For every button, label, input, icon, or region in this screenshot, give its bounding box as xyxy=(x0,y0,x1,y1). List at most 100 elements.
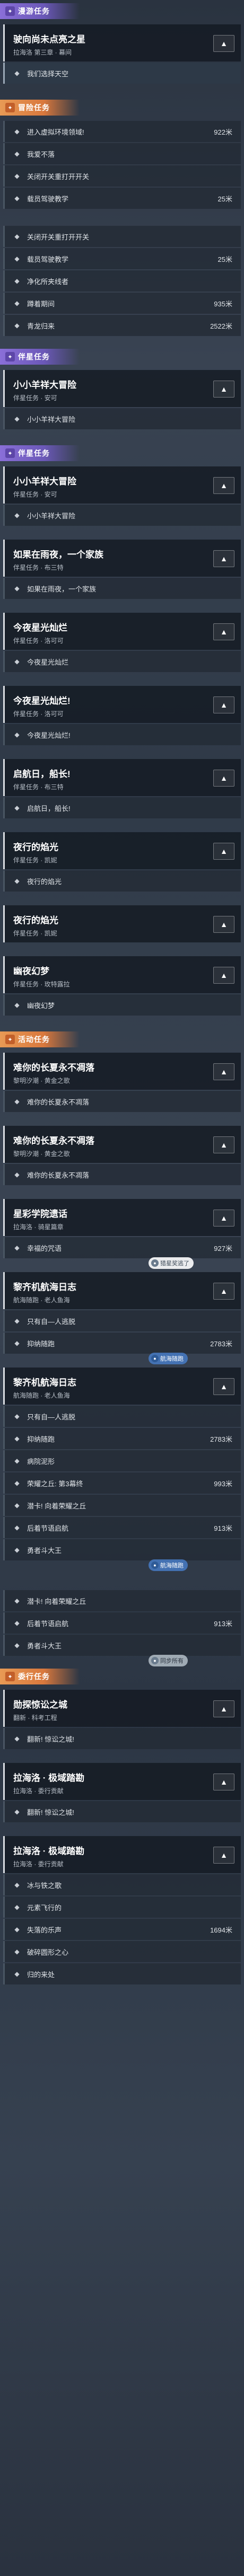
subtask-row[interactable]: ◆ 如果在雨夜，一个家族 xyxy=(3,578,241,599)
collapse-toggle-icon[interactable]: ▲ xyxy=(213,1210,234,1227)
subtask-label: 启航日，船长! xyxy=(27,804,71,813)
subtask-row[interactable]: ◆ 翻新! 惊讼之城! xyxy=(3,1801,241,1822)
subtask-row[interactable]: ◆ 关闭开关重打开开关 xyxy=(3,226,241,247)
subtask-row[interactable]: ◆ 小小羊祥大冒险 xyxy=(3,408,241,429)
quest-title: 启航日，船长! xyxy=(13,769,71,779)
quest-card[interactable]: 黎齐机航海日志 航海随跑 · 老人鱼海 ▲ xyxy=(3,1368,241,1405)
subtask-row[interactable]: ◆ 病院泥形 xyxy=(3,1450,241,1471)
subtask-marker-icon: ◆ xyxy=(14,511,20,519)
subtask-row[interactable]: ◆ 破碎圆形之心 xyxy=(3,1941,241,1962)
quest-title: 难你的长夏永不凋落 xyxy=(13,1063,94,1073)
subtask-row[interactable]: ◆ 夜行的焰光 xyxy=(3,870,241,892)
subtask-marker-icon: ◆ xyxy=(14,731,20,738)
quest-subtitle: 拉海洛 · 委行贡献 xyxy=(13,1787,64,1795)
quest-title: 拉海洛 · 极域踏勘 xyxy=(13,1846,85,1856)
collapse-toggle-icon[interactable]: ▲ xyxy=(213,35,234,52)
collapse-toggle-icon[interactable]: ▲ xyxy=(213,1063,234,1080)
subtask-row[interactable]: ◆ 荣耀之丘: 第3幕终 993米 xyxy=(3,1472,241,1494)
collapse-toggle-icon[interactable]: ▲ xyxy=(213,696,234,713)
quest-card[interactable]: 难你的长夏永不凋落 黎明汐潮 · 黄金之歌 ▲ xyxy=(3,1053,241,1090)
quest-card[interactable]: 星彩学院遗话 拉海洛 · 骑星篇章 ▲ xyxy=(3,1199,241,1236)
subtask-distance: 2522米 xyxy=(210,322,232,330)
quest-card[interactable]: 夜行的焰光 伴星任务 · 凯妮 ▲ xyxy=(3,905,241,942)
subtask-row[interactable]: ◆ 今夜星光灿烂! xyxy=(3,724,241,745)
section-icon: ✦ xyxy=(5,103,15,112)
subtask-row[interactable]: ◆ 我爱不落 xyxy=(3,143,241,164)
subtask-row[interactable]: ◆ 翻新! 惊讼之城! xyxy=(3,1728,241,1749)
subtask-row[interactable]: ◆ 潜卡! 向着荣耀之丘 xyxy=(3,1495,241,1516)
subtask-label: 荣耀之丘: 第3幕终 xyxy=(27,1479,83,1488)
subtask-row[interactable]: ◆ 勇者斗大王 xyxy=(3,1539,241,1560)
quest-card[interactable]: 勋探惊讼之城 翻新 · 科考工程 ▲ xyxy=(3,1690,241,1727)
subtask-row[interactable]: ◆ 潜卡! 向着荣耀之丘 xyxy=(3,1590,241,1611)
subtask-row[interactable]: ◆ 元素飞行的 xyxy=(3,1896,241,1918)
subtask-row[interactable]: ◆ 今夜星光灿烂 xyxy=(3,651,241,672)
section-header: ✦ 活动任务 xyxy=(0,1031,244,1047)
quest-card[interactable]: 夜行的焰光 伴星任务 · 凯妮 ▲ xyxy=(3,832,241,869)
quest-title: 星彩学院遗话 xyxy=(13,1209,67,1219)
collapse-toggle-icon[interactable]: ▲ xyxy=(213,1378,234,1395)
subtask-row[interactable]: ◆ 只有自—人逃脱 xyxy=(3,1310,241,1331)
subtask-row[interactable]: ◆ 冰与铁之歌 xyxy=(3,1874,241,1895)
section-title: 伴星任务 xyxy=(18,449,50,457)
quest-card[interactable]: 难你的长夏永不凋落 黎明汐潮 · 黄金之歌 ▲ xyxy=(3,1126,241,1163)
subtask-row[interactable]: ◆ 净化所夹线者 xyxy=(3,270,241,292)
subtask-row[interactable]: ◆ 关闭开关重打开开关 xyxy=(3,165,241,187)
quest-title: 勋探惊讼之城 xyxy=(13,1700,67,1710)
subtask-row[interactable]: ◆ 青龙归来 2522米 xyxy=(3,315,241,336)
section-header: ✦ 伴星任务 xyxy=(0,349,244,365)
quest-card[interactable]: 小小羊祥大冒险 伴星任务 · 安可 ▲ xyxy=(3,466,241,504)
collapse-toggle-icon[interactable]: ▲ xyxy=(213,550,234,567)
subtask-label: 失落的乐声 xyxy=(27,1926,62,1934)
collapse-toggle-icon[interactable]: ▲ xyxy=(213,381,234,398)
collapse-toggle-icon[interactable]: ▲ xyxy=(213,770,234,787)
subtask-row[interactable]: ◆ 小小羊祥大冒险 xyxy=(3,505,241,526)
quest-card[interactable]: 黎齐机航海日志 航海随跑 · 老人鱼海 ▲ xyxy=(3,1272,241,1309)
subtask-row[interactable]: ◆ 后着节语启航 913米 xyxy=(3,1612,241,1634)
subtask-row[interactable]: ◆ 难你的长夏永不凋落 xyxy=(3,1164,241,1185)
collapse-toggle-icon[interactable]: ▲ xyxy=(213,916,234,933)
quest-card[interactable]: 启航日，船长! 伴星任务 · 布三特 ▲ xyxy=(3,759,241,796)
quest-card[interactable]: 幽夜幻梦 伴星任务 · 玫特露拉 ▲ xyxy=(3,956,241,993)
quest-card[interactable]: 拉海洛 · 极域踏勘 拉海洛 · 委行贡献 ▲ xyxy=(3,1836,241,1873)
quest-tag[interactable]: ● 航海随跑 xyxy=(149,1559,188,1571)
subtask-row[interactable]: ◆ 抑纳随跑 2783米 xyxy=(3,1333,241,1354)
subtask-row[interactable]: ◆ 归的来处 xyxy=(3,1963,241,1984)
quest-tag[interactable]: ● 航海随跑 xyxy=(149,1353,188,1364)
collapse-toggle-icon[interactable]: ▲ xyxy=(213,967,234,984)
subtask-row[interactable]: ◆ 载员驾驶教学 25米 xyxy=(3,248,241,269)
subtask-row[interactable]: ◆ 启航日，船长! xyxy=(3,797,241,818)
collapse-toggle-icon[interactable]: ▲ xyxy=(213,1136,234,1153)
quest-title: 驶向尚未点亮之星 xyxy=(13,34,85,45)
subtask-row[interactable]: ◆ 蹲着期间 935米 xyxy=(3,293,241,314)
subtask-row[interactable]: ◆ 幽夜幻梦 xyxy=(3,994,241,1016)
quest-card[interactable]: 如果在雨夜，一个家族 伴星任务 · 布三特 ▲ xyxy=(3,540,241,577)
collapse-toggle-icon[interactable]: ▲ xyxy=(213,1700,234,1717)
subtask-row[interactable]: ◆ 后着节语启航 913米 xyxy=(3,1517,241,1538)
collapse-toggle-icon[interactable]: ▲ xyxy=(213,1774,234,1790)
collapse-toggle-icon[interactable]: ▲ xyxy=(213,843,234,860)
collapse-toggle-icon[interactable]: ▲ xyxy=(213,1847,234,1864)
subtask-row[interactable]: ◆ 幸福的咒语 927米 xyxy=(3,1237,241,1258)
subtask-marker-icon: ◆ xyxy=(14,1524,20,1531)
subtask-row[interactable]: ◆ 我们选择天空 xyxy=(3,63,241,84)
subtask-row[interactable]: ◆ 勇者斗大王 xyxy=(3,1635,241,1656)
quest-tag[interactable]: ● 猎星奖逃了 xyxy=(149,1257,194,1269)
subtask-row[interactable]: ◆ 只有自—人逃脱 xyxy=(3,1406,241,1427)
quest-card[interactable]: 今夜星光灿烂! 伴星任务 · 洛可可 ▲ xyxy=(3,686,241,723)
quest-tag[interactable]: ● 同步所有 xyxy=(149,1655,188,1666)
quest-card[interactable]: 小小羊祥大冒险 伴星任务 · 安可 ▲ xyxy=(3,370,241,407)
subtask-row[interactable]: ◆ 进入虚拟环境领域! 922米 xyxy=(3,121,241,142)
collapse-toggle-icon[interactable]: ▲ xyxy=(213,623,234,640)
subtask-row[interactable]: ◆ 难你的长夏永不凋落 xyxy=(3,1091,241,1112)
subtask-row[interactable]: ◆ 载员驾驶教学 25米 xyxy=(3,188,241,209)
quest-card[interactable]: 今夜星光灿烂 伴星任务 · 洛可可 ▲ xyxy=(3,613,241,650)
subtask-distance: 1694米 xyxy=(210,1926,232,1934)
quest-card[interactable]: 拉海洛 · 极域踏勘 拉海洛 · 委行贡献 ▲ xyxy=(3,1763,241,1800)
collapse-toggle-icon[interactable]: ▲ xyxy=(213,477,234,494)
quest-title: 夜行的焰光 xyxy=(13,915,58,925)
quest-card[interactable]: 驶向尚未点亮之星 拉海洛 第三章 · 幕间 ▲ xyxy=(3,24,241,61)
subtask-row[interactable]: ◆ 失落的乐声 1694米 xyxy=(3,1919,241,1940)
collapse-toggle-icon[interactable]: ▲ xyxy=(213,1283,234,1300)
subtask-row[interactable]: ◆ 抑纳随跑 2783米 xyxy=(3,1428,241,1449)
